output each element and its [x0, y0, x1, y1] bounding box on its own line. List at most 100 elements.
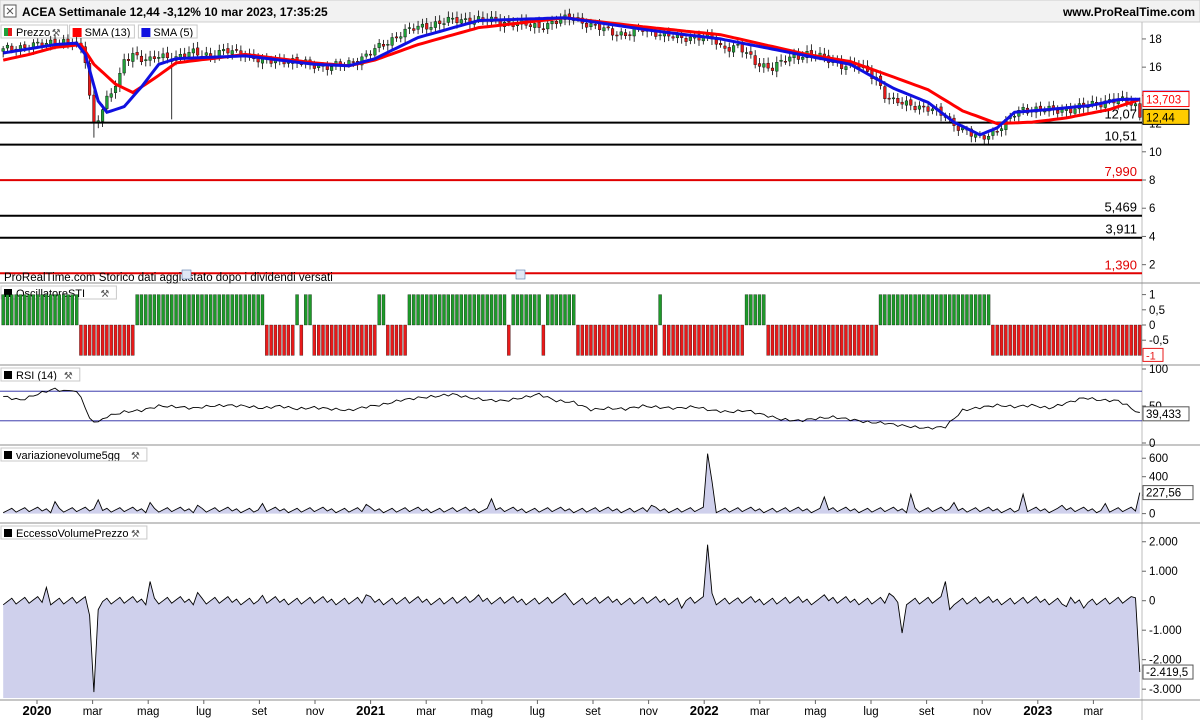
x-tick-label: lug [863, 706, 878, 718]
osc-bar [135, 294, 139, 326]
osc-bar [1034, 324, 1038, 356]
osc-bar [680, 324, 684, 356]
osc-bar [649, 324, 654, 356]
osc-bar [148, 294, 152, 326]
legend-label: SMA (5) [153, 27, 193, 39]
osc-bar [520, 294, 524, 326]
x-tick-label: nov [306, 706, 325, 718]
osc-bar [563, 294, 567, 326]
osc-bar [1060, 324, 1064, 356]
osc-bar [329, 324, 334, 356]
osc-bar [256, 294, 260, 326]
x-tick-label: set [919, 706, 935, 718]
osc-bar [991, 324, 995, 356]
osc-bar [416, 294, 420, 326]
osc-bar [1030, 324, 1034, 356]
osc-bar [922, 294, 926, 326]
candle-body [732, 45, 736, 53]
osc-bar [476, 294, 481, 326]
osc-bar [718, 324, 723, 356]
candle-body [783, 61, 787, 63]
candle-body [788, 56, 792, 62]
osc-bar [1077, 324, 1081, 356]
osc-bar [900, 294, 904, 326]
candle-body [719, 43, 723, 46]
osc-bar [891, 294, 896, 326]
osc-bar [710, 324, 714, 356]
legend-label: Prezzo [16, 27, 50, 39]
osc-bar [299, 324, 304, 356]
osc-bar [740, 324, 744, 356]
osc-bar [122, 324, 126, 356]
candle-body [909, 99, 913, 106]
level-label: 1,390 [1104, 257, 1137, 272]
level-label: 7,990 [1104, 164, 1137, 179]
candle-body [615, 34, 619, 37]
candle-body [66, 38, 70, 43]
osc-bar [360, 324, 364, 356]
osc-bar [1064, 324, 1069, 356]
osc-bar [528, 294, 533, 326]
osc-bar [818, 324, 822, 356]
candle-body [792, 54, 796, 59]
x-tick-label: mag [471, 706, 493, 718]
osc-bar [494, 294, 498, 326]
wrench-icon: ⚒ [131, 451, 140, 462]
osc-bar [144, 294, 148, 326]
osc-bar [49, 294, 53, 326]
candle-body [611, 28, 615, 36]
osc-bar [973, 294, 978, 326]
osc-bar [70, 294, 74, 326]
osc-bar [1069, 324, 1073, 356]
candle-body [913, 106, 917, 111]
x-tick-label: 2022 [690, 703, 719, 718]
osc-bar [1051, 324, 1056, 356]
candle-body [1073, 108, 1077, 114]
osc-bar [338, 324, 342, 356]
osc-bar [178, 294, 183, 326]
candle-body [373, 48, 377, 56]
osc-bar [1012, 324, 1017, 356]
candle-body [191, 48, 195, 54]
osc-bar [632, 324, 636, 356]
osc-bar [550, 294, 554, 326]
osc-bar [226, 294, 230, 326]
osc-bar [317, 324, 321, 356]
osc-bar [1090, 324, 1094, 356]
osc-bar [342, 324, 347, 356]
candle-body [165, 52, 169, 59]
x-tick-label: mar [1083, 706, 1103, 718]
osc-bar [887, 294, 891, 326]
osc-bar [870, 324, 874, 356]
osc-bar [1138, 324, 1142, 356]
candle-body [528, 24, 532, 27]
osc-bar [200, 294, 204, 326]
chart-title: ACEA Settimanale 12,44 -3,12% 10 mar 202… [22, 5, 328, 19]
candle-body [926, 106, 930, 112]
osc-bar [234, 294, 239, 326]
candle-body [744, 52, 749, 54]
osc-bar [247, 294, 252, 326]
osc-bar [407, 294, 412, 326]
osc-bar [1021, 324, 1025, 356]
osc-bar [723, 324, 727, 356]
x-tick-label: lug [196, 706, 211, 718]
osc-bar [1094, 324, 1099, 356]
vol5-icon [4, 451, 12, 459]
osc-bar [939, 294, 943, 326]
rsi-icon [4, 371, 12, 379]
osc-bar [53, 294, 57, 326]
candle-body [113, 85, 118, 93]
osc-bar [917, 294, 922, 326]
osc-bar [783, 324, 788, 356]
y-tick-label: 10 [1149, 147, 1162, 159]
osc-bar [524, 294, 528, 326]
osc-bar [286, 324, 291, 356]
osc-bar [347, 324, 351, 356]
candle-body [386, 44, 390, 46]
candle-body [775, 62, 779, 72]
y-tick-label: -3.000 [1149, 684, 1182, 696]
osc-bar [999, 324, 1004, 356]
site-label[interactable]: www.ProRealTime.com [1062, 5, 1195, 19]
osc-bar [14, 294, 18, 326]
